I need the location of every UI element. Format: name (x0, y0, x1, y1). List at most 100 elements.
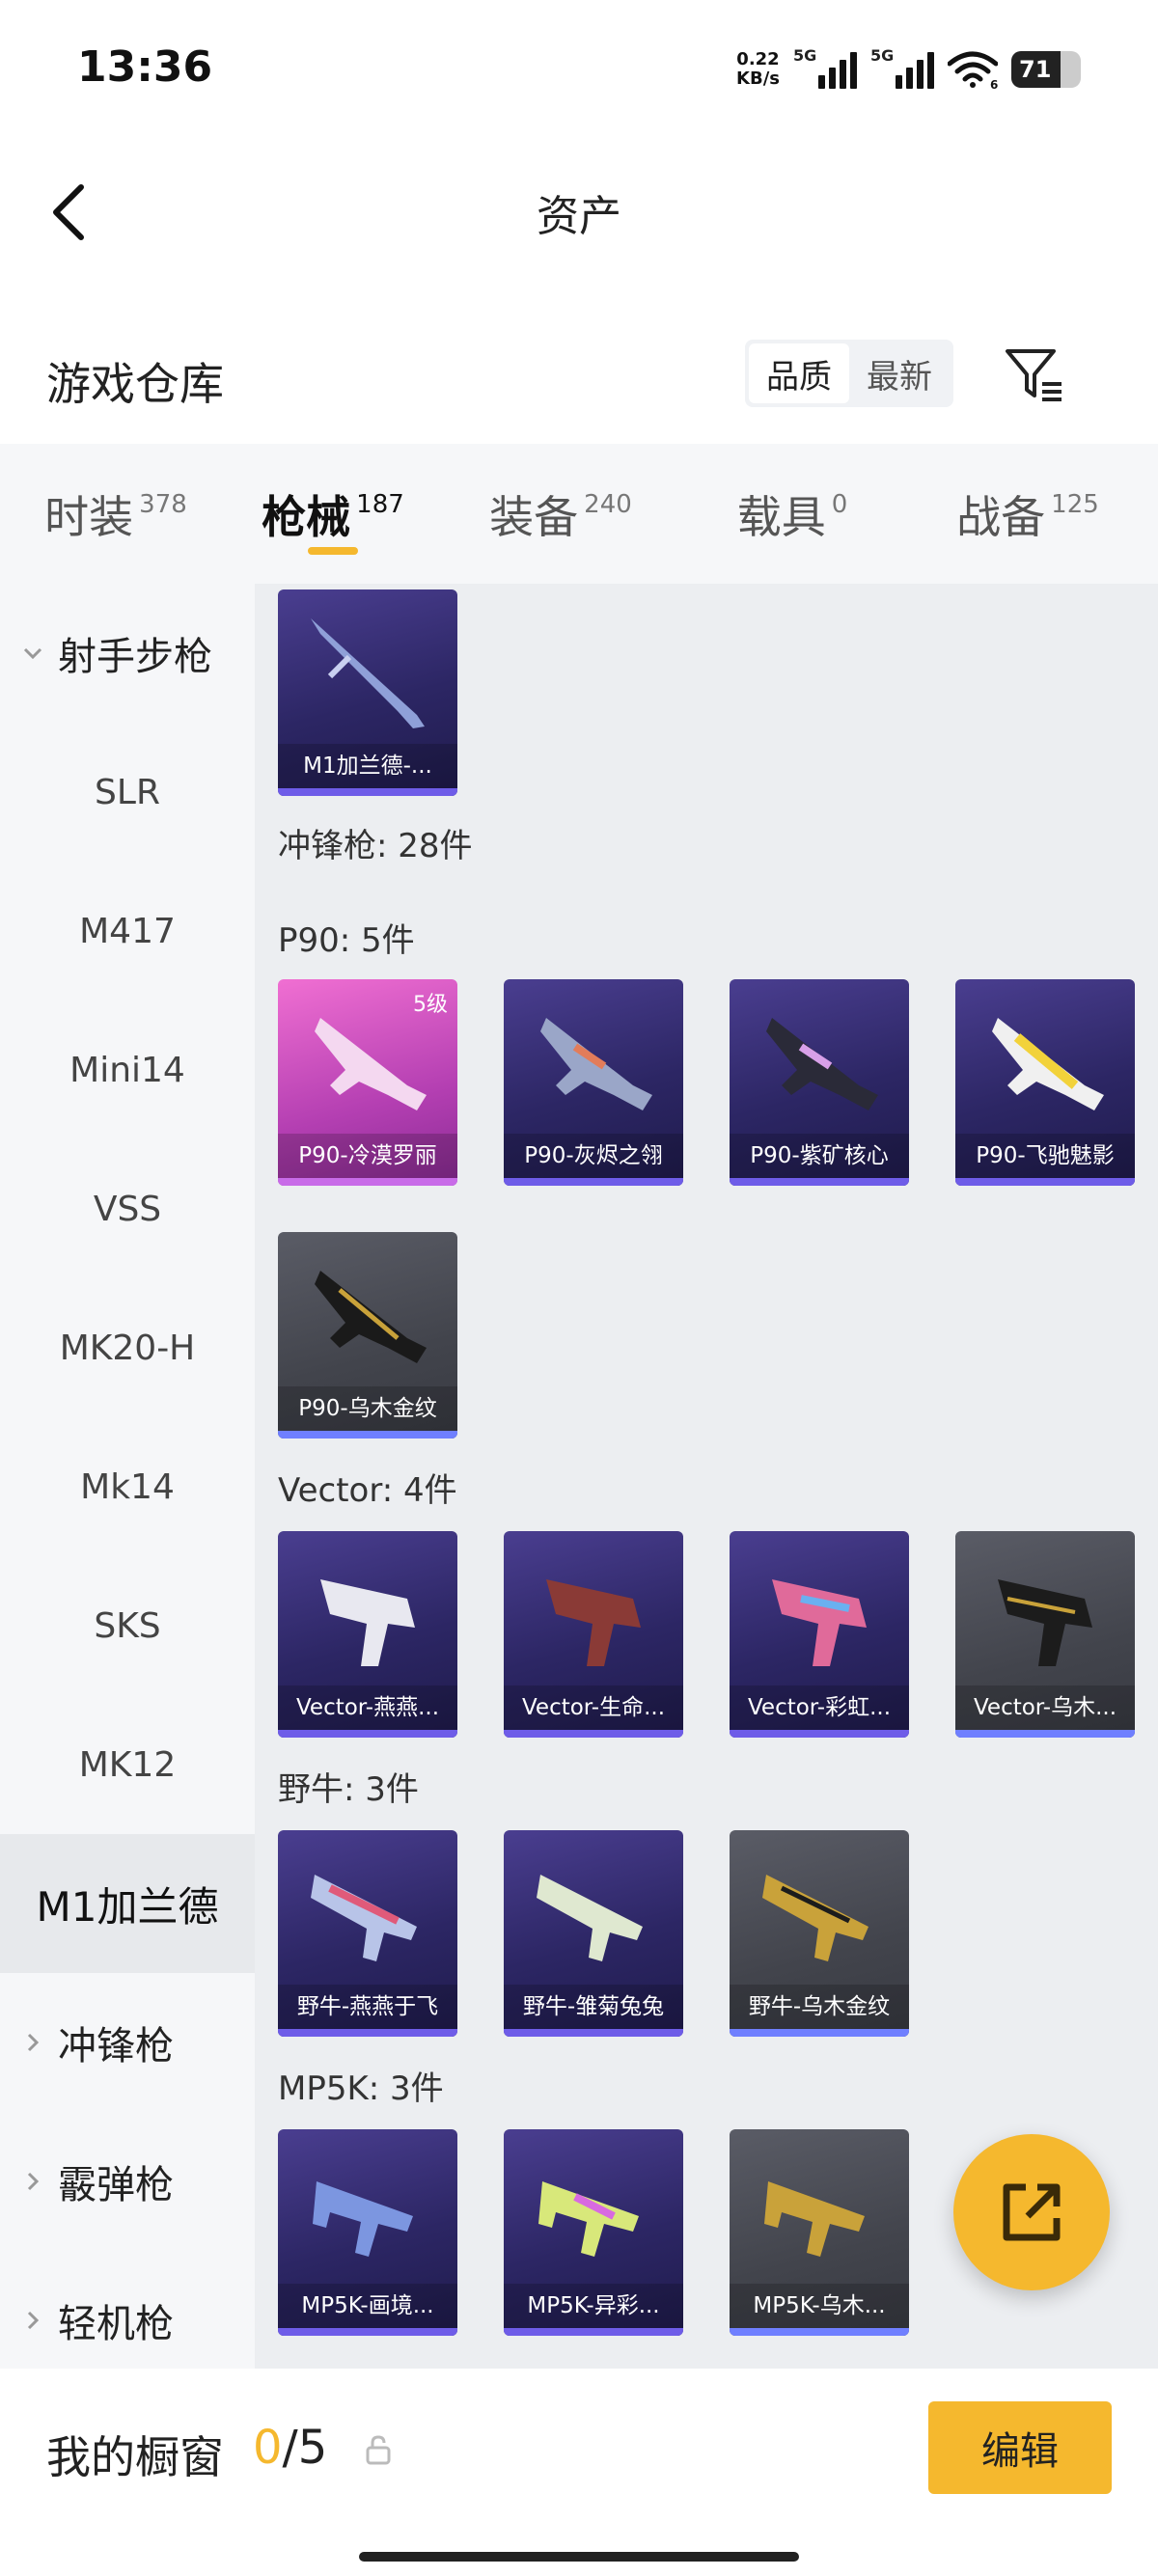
sidebar-item-mk20h[interactable]: MK20-H (0, 1278, 255, 1417)
smg-icon (546, 1579, 641, 1666)
signal-label: 5G (793, 46, 817, 65)
item-card[interactable]: P90-灰烬之翎 (504, 979, 683, 1186)
edit-button[interactable]: 编辑 (928, 2401, 1112, 2494)
category-label: 冲锋枪: 28件 (278, 827, 473, 865)
sidebar-item-sks[interactable]: SKS (0, 1556, 255, 1695)
status-time: 13:36 (77, 42, 213, 92)
rarity-bar (730, 2328, 909, 2336)
chevron-right-icon (27, 2033, 40, 2052)
home-indicator (359, 2552, 799, 2562)
tab-vehicles[interactable]: 载具 0 (687, 444, 897, 584)
item-card[interactable]: P90-飞驰魅影 (955, 979, 1135, 1186)
tab-count: 125 (1051, 489, 1099, 519)
item-name: MP5K-乌木... (730, 2284, 909, 2328)
category-tabs: 时装 378 枪械 187 装备 240 载具 0 战备 125 (0, 444, 1158, 584)
sort-option-newest[interactable]: 最新 (849, 343, 950, 403)
sidebar-item-slr[interactable]: SLR (0, 723, 255, 862)
warehouse-title: 游戏仓库 (46, 358, 224, 410)
smg-icon (992, 1018, 1104, 1110)
item-card[interactable]: P90-乌木金纹 (278, 1232, 457, 1439)
item-card[interactable]: MP5K-乌木... (730, 2129, 909, 2336)
smg-icon (772, 1579, 867, 1666)
rarity-bar (504, 1178, 683, 1186)
tab-label: 时装 (44, 490, 134, 543)
chevron-right-icon (27, 2311, 40, 2330)
sidebar-group-lmg[interactable]: 轻机枪 (0, 2251, 255, 2369)
rarity-bar (955, 1178, 1135, 1186)
sidebar: 射手步枪 SLR M417 Mini14 VSS MK20-H Mk14 SKS… (0, 584, 255, 2369)
item-card[interactable]: MP5K-画境... (278, 2129, 457, 2336)
item-name: 野牛-雏菊兔兔 (504, 1985, 683, 2029)
sidebar-group-smg[interactable]: 冲锋枪 (0, 1973, 255, 2112)
item-card[interactable]: Vector-燕燕... (278, 1531, 457, 1738)
item-card[interactable]: 5级 P90-冷漠罗丽 (278, 979, 457, 1186)
rarity-bar (278, 2029, 457, 2037)
item-name: MP5K-异彩... (504, 2284, 683, 2328)
smg-icon (315, 1271, 427, 1363)
smg-icon (540, 1018, 652, 1110)
item-name: P90-冷漠罗丽 (278, 1134, 457, 1178)
sort-toggle: 品质 最新 (745, 340, 953, 407)
item-name: M1加兰德-... (278, 744, 457, 788)
item-card[interactable]: MP5K-异彩... (504, 2129, 683, 2336)
sidebar-group-marksman-rifles[interactable]: 射手步枪 (0, 584, 255, 723)
item-name: 野牛-燕燕于飞 (278, 1985, 457, 2029)
item-name: P90-飞驰魅影 (955, 1134, 1135, 1178)
smg-icon (315, 1018, 427, 1110)
item-name: MP5K-画境... (278, 2284, 457, 2328)
rarity-bar (504, 1730, 683, 1738)
header: 资产 (0, 135, 1158, 280)
chevron-right-icon (27, 2172, 40, 2191)
sidebar-item-m1-garand[interactable]: M1加兰德 (0, 1834, 255, 1973)
item-card[interactable]: Vector-彩虹... (730, 1531, 909, 1738)
item-card[interactable]: 野牛-乌木金纹 (730, 1830, 909, 2037)
status-icons: 0.22 KB/s 5G 5G 6 71 (736, 42, 1081, 96)
item-card[interactable]: Vector-生命... (504, 1531, 683, 1738)
smg-icon (766, 1018, 878, 1110)
sidebar-group-shotguns[interactable]: 霰弹枪 (0, 2112, 255, 2251)
group-label: P90: 5件 (278, 921, 415, 960)
smg-icon (313, 2181, 413, 2257)
sidebar-item-m417[interactable]: M417 (0, 862, 255, 1000)
network-speed-unit: KB/s (736, 69, 780, 89)
smg-icon (762, 1875, 868, 1961)
item-card[interactable]: P90-紫矿核心 (730, 979, 909, 1186)
smg-icon (538, 2181, 639, 2257)
item-card[interactable]: 野牛-燕燕于飞 (278, 1830, 457, 2037)
item-card[interactable]: 野牛-雏菊兔兔 (504, 1830, 683, 2037)
tab-equipment[interactable]: 装备 240 (434, 444, 687, 584)
smg-icon (537, 1875, 643, 1961)
tab-count: 0 (831, 489, 848, 519)
tab-label: 枪械 (262, 490, 351, 543)
rarity-bar (278, 1178, 457, 1186)
battery-icon: 71 (1011, 51, 1081, 88)
rarity-bar (278, 2328, 457, 2336)
sidebar-item-mk12[interactable]: MK12 (0, 1695, 255, 1834)
filter-icon (1006, 349, 1062, 401)
item-card[interactable]: M1加兰德-... (278, 589, 457, 796)
sort-option-quality[interactable]: 品质 (749, 343, 849, 403)
status-bar: 13:36 0.22 KB/s 5G 5G 6 71 (0, 0, 1158, 135)
sidebar-item-label: 射手步枪 (58, 635, 212, 679)
rarity-bar (504, 2328, 683, 2336)
smg-icon (320, 1579, 415, 1666)
rarity-bar (278, 1431, 457, 1439)
sidebar-item-mini14[interactable]: Mini14 (0, 1000, 255, 1139)
chevron-down-icon (23, 647, 42, 660)
showcase-label: 我的橱窗 (46, 2431, 224, 2483)
item-card[interactable]: Vector-乌木... (955, 1531, 1135, 1738)
group-label: MP5K: 3件 (278, 2069, 444, 2108)
item-name: P90-紫矿核心 (730, 1134, 909, 1178)
share-button[interactable] (953, 2134, 1110, 2290)
showcase-max: 5 (297, 2421, 328, 2475)
battery-level: 71 (1019, 56, 1052, 83)
rarity-bar (955, 1730, 1135, 1738)
signal-icon: 5G (793, 46, 857, 89)
tab-supplies[interactable]: 战备 125 (897, 444, 1158, 584)
sidebar-item-mk14[interactable]: Mk14 (0, 1417, 255, 1556)
tab-outfits[interactable]: 时装 378 (0, 444, 232, 584)
item-name: Vector-彩虹... (730, 1685, 909, 1730)
tab-guns[interactable]: 枪械 187 (232, 444, 434, 584)
sidebar-item-vss[interactable]: VSS (0, 1139, 255, 1278)
filter-button[interactable] (1000, 340, 1069, 409)
